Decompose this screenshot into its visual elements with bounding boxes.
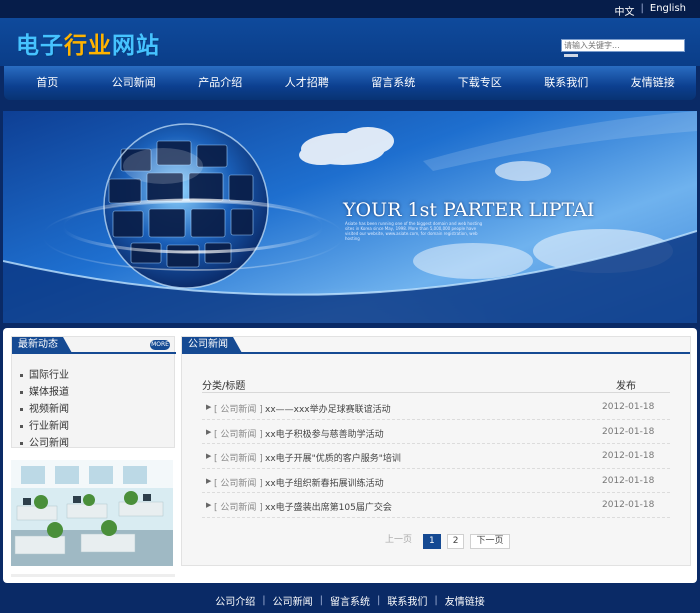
row-title[interactable]: xx——xxx举办足球赛联谊活动 — [265, 402, 391, 415]
search-input[interactable] — [561, 39, 685, 52]
row-category: [ 公司新闻 ] — [214, 454, 263, 464]
footer-links: 公司介绍 | 公司新闻 | 留言系统 | 联系我们 | 友情链接 — [0, 587, 700, 613]
language-switcher: 中文 | English — [615, 3, 686, 18]
table-row[interactable]: ▶ [ 公司新闻 ] xx电子组织新春拓展训练活动 2012-01-18 — [202, 469, 670, 493]
banner-title: YOUR 1st PARTER LIPTAI — [343, 199, 595, 221]
latest-news-box: 最新动态 MORE 国际行业 媒体报道 视频新闻 行业新闻 公司新闻 — [11, 336, 176, 449]
arrow-right-icon: ▶ — [206, 476, 212, 485]
footer-separator: | — [319, 594, 323, 606]
sidebar-bottom-bar — [11, 574, 175, 577]
row-category: [ 公司新闻 ] — [214, 429, 263, 440]
row-date: 2012-01-18 — [602, 475, 655, 486]
news-category-list: 国际行业 媒体报道 视频新闻 行业新闻 公司新闻 — [20, 367, 69, 452]
lang-english-link[interactable]: English — [650, 3, 686, 18]
hero-banner: YOUR 1st PARTER LIPTAI Asiate has been r… — [3, 111, 697, 323]
lang-separator: | — [640, 3, 644, 14]
logo-text-part1: 电子 — [16, 33, 64, 59]
nav-item-downloads[interactable]: 下载专区 — [437, 66, 524, 100]
nav-item-home[interactable]: 首页 — [4, 66, 91, 100]
list-item-international[interactable]: 国际行业 — [20, 367, 69, 384]
nav-item-links[interactable]: 友情链接 — [610, 66, 697, 100]
row-category: [ 公司新闻 ] — [214, 503, 263, 513]
footer-separator: | — [262, 594, 266, 606]
nav-item-guestbook[interactable]: 留言系统 — [350, 66, 437, 100]
table-row[interactable]: ▶ [ 公司新闻 ] xx电子开展"优质的客户服务"培训 2012-01-18 — [202, 444, 670, 469]
site-logo[interactable]: 电子行业网站 — [16, 26, 160, 60]
arrow-right-icon: ▶ — [206, 403, 212, 411]
list-header: 分类/标题 发布 — [202, 375, 670, 393]
footer-link-contact[interactable]: 联系我们 — [387, 593, 427, 608]
logo-text-part3: 网站 — [112, 33, 160, 59]
office-photo — [11, 460, 173, 566]
footer-link-guestbook[interactable]: 留言系统 — [330, 593, 370, 608]
row-date: 2012-01-18 — [602, 500, 655, 510]
nav-item-company-news[interactable]: 公司新闻 — [91, 66, 178, 100]
nav-item-contact[interactable]: 联系我们 — [523, 66, 610, 100]
top-bar: 中文 | English — [0, 0, 700, 18]
prev-page-button[interactable]: 上一页 — [380, 534, 417, 549]
footer-separator: | — [377, 594, 381, 606]
list-item-industry[interactable]: 行业新闻 — [20, 418, 69, 435]
footer-link-news[interactable]: 公司新闻 — [273, 593, 313, 608]
more-button[interactable]: MORE — [150, 340, 170, 350]
row-date: 2012-01-18 — [602, 402, 655, 412]
footer-link-about[interactable]: 公司介绍 — [215, 593, 255, 608]
company-news-box: 公司新闻 分类/标题 发布 ▶ [ 公司新闻 ] xx——xxx举办足球赛联谊活… — [181, 336, 691, 566]
main-title: 公司新闻 — [182, 337, 242, 353]
row-category: [ 公司新闻 ] — [214, 478, 263, 489]
table-row[interactable]: ▶ [ 公司新闻 ] xx——xxx举办足球赛联谊活动 2012-01-18 — [202, 395, 670, 420]
list-item-media[interactable]: 媒体报道 — [20, 384, 69, 401]
next-page-button[interactable]: 下一页 — [470, 533, 510, 549]
list-item-video[interactable]: 视频新闻 — [20, 401, 69, 418]
row-title[interactable]: xx电子开展"优质的客户服务"培训 — [265, 451, 401, 464]
column-title-header: 分类/标题 — [202, 381, 246, 392]
row-title[interactable]: xx电子组织新春拓展训练活动 — [265, 476, 384, 489]
banner-subtitle: Asiate has been running one of the bigge… — [345, 221, 483, 241]
logo-text-part2: 行业 — [64, 33, 112, 59]
arrow-right-icon: ▶ — [206, 501, 212, 509]
column-date-header: 发布 — [616, 381, 636, 392]
table-row[interactable]: ▶ [ 公司新闻 ] xx电子盛装出席第105届广交会 2012-01-18 — [202, 493, 670, 518]
arrow-right-icon: ▶ — [206, 427, 212, 436]
row-date: 2012-01-18 — [602, 451, 655, 461]
row-title[interactable]: xx电子盛装出席第105届广交会 — [265, 500, 392, 513]
sidebar-title: 最新动态 — [12, 337, 72, 353]
table-row[interactable]: ▶ [ 公司新闻 ] xx电子积极参与慈善助学活动 2012-01-18 — [202, 420, 670, 444]
main-nav: 首页 公司新闻 产品介绍 人才招聘 留言系统 下载专区 联系我们 友情链接 — [4, 66, 696, 100]
search-button[interactable] — [564, 54, 578, 57]
page-2-button[interactable]: 2 — [446, 533, 465, 549]
lang-chinese-link[interactable]: 中文 — [615, 3, 635, 18]
arrow-right-icon: ▶ — [206, 452, 212, 460]
footer-separator: | — [434, 594, 438, 606]
pagination: 上一页 1 2 下一页 — [380, 533, 510, 549]
row-category: [ 公司新闻 ] — [214, 405, 263, 415]
row-title[interactable]: xx电子积极参与慈善助学活动 — [265, 427, 384, 440]
box-title-underline — [182, 352, 690, 354]
footer-link-friends[interactable]: 友情链接 — [445, 593, 485, 608]
list-item-company[interactable]: 公司新闻 — [20, 435, 69, 452]
content-panel: 最新动态 MORE 国际行业 媒体报道 视频新闻 行业新闻 公司新闻 公司新闻 … — [3, 328, 697, 583]
globe-image — [103, 123, 269, 289]
page-1-button[interactable]: 1 — [423, 533, 441, 549]
header: 电子行业网站 — [0, 18, 700, 66]
nav-item-products[interactable]: 产品介绍 — [177, 66, 264, 100]
nav-item-careers[interactable]: 人才招聘 — [264, 66, 351, 100]
row-date: 2012-01-18 — [602, 426, 655, 437]
news-list: ▶ [ 公司新闻 ] xx——xxx举办足球赛联谊活动 2012-01-18 ▶… — [202, 395, 670, 518]
